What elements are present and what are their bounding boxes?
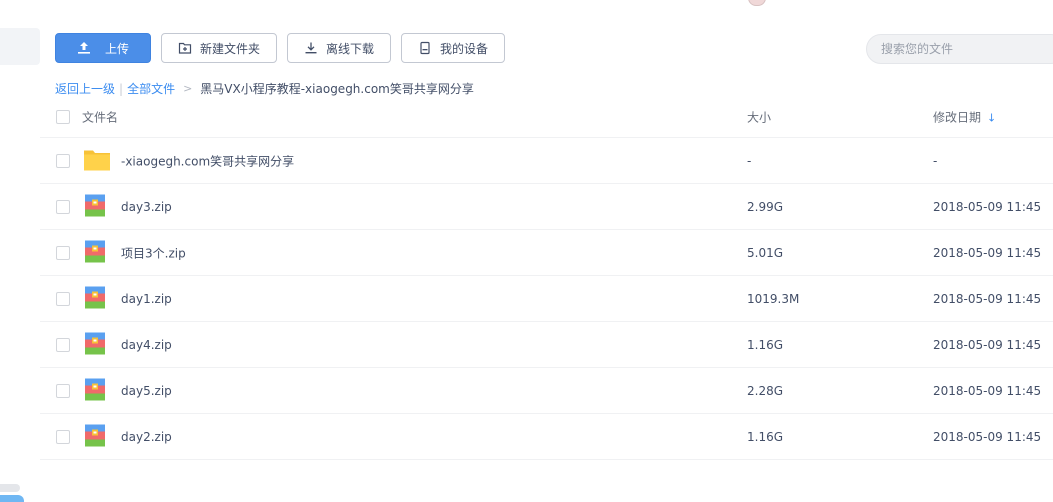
- file-modified: 2018-05-09 11:45: [933, 429, 1042, 444]
- table-row[interactable]: day1.zip 1019.3M 2018-05-09 11:45: [40, 276, 1053, 322]
- file-modified: -: [933, 153, 938, 168]
- row-checkbox[interactable]: [56, 245, 70, 260]
- upload-icon: [77, 41, 91, 55]
- new-folder-label: 新建文件夹: [199, 41, 260, 56]
- my-devices-button[interactable]: 我的设备: [401, 33, 505, 63]
- file-size: 1.16G: [747, 429, 784, 444]
- zip-file-icon: [84, 378, 106, 403]
- row-checkbox[interactable]: [56, 291, 70, 306]
- column-header-name[interactable]: 文件名: [82, 109, 118, 126]
- table-row[interactable]: day3.zip 2.99G 2018-05-09 11:45: [40, 184, 1053, 230]
- file-modified: 2018-05-09 11:45: [933, 383, 1042, 398]
- folder-icon: [84, 148, 110, 173]
- back-link[interactable]: 返回上一级: [55, 80, 115, 97]
- search-input[interactable]: [866, 34, 1053, 64]
- table-row[interactable]: -xiaogegh.com笑哥共享网分享 - -: [40, 138, 1053, 184]
- breadcrumb-separator: |: [119, 81, 124, 96]
- offline-download-label: 离线下载: [325, 41, 374, 56]
- file-modified: 2018-05-09 11:45: [933, 291, 1042, 306]
- offline-download-button[interactable]: 离线下载: [287, 33, 391, 63]
- breadcrumb: 返回上一级 | 全部文件 > 黑马VX小程序教程-xiaogegh.com笑哥共…: [55, 80, 474, 97]
- upload-button[interactable]: 上传: [55, 33, 151, 63]
- file-size: 5.01G: [747, 245, 784, 260]
- file-size: 1019.3M: [747, 291, 800, 306]
- table-row[interactable]: day5.zip 2.28G 2018-05-09 11:45: [40, 368, 1053, 414]
- row-checkbox[interactable]: [56, 337, 70, 352]
- file-name[interactable]: day2.zip: [121, 430, 172, 444]
- all-files-link[interactable]: 全部文件: [127, 80, 175, 97]
- avatar[interactable]: [748, 0, 766, 6]
- row-checkbox[interactable]: [56, 199, 70, 214]
- file-size: 2.99G: [747, 199, 784, 214]
- row-checkbox[interactable]: [56, 383, 70, 398]
- file-size: 1.16G: [747, 337, 784, 352]
- zip-file-icon: [84, 194, 106, 219]
- file-name[interactable]: -xiaogegh.com笑哥共享网分享: [121, 152, 294, 169]
- left-panel-edge-bottom: [0, 484, 20, 492]
- file-name[interactable]: day4.zip: [121, 338, 172, 352]
- zip-file-icon: [84, 332, 106, 357]
- zip-file-icon: [84, 424, 106, 449]
- row-checkbox[interactable]: [56, 429, 70, 444]
- breadcrumb-arrow: >: [183, 82, 193, 95]
- download-icon: [304, 41, 318, 55]
- file-modified: 2018-05-09 11:45: [933, 337, 1042, 352]
- current-folder-name: 黑马VX小程序教程-xiaogegh.com笑哥共享网分享: [200, 82, 474, 96]
- file-size: -: [747, 153, 752, 168]
- column-header-modified-label: 修改日期: [933, 110, 982, 125]
- select-all-checkbox[interactable]: [56, 110, 70, 124]
- table-header: 文件名 大小 修改日期 ↓: [40, 97, 1053, 138]
- column-header-modified[interactable]: 修改日期 ↓: [933, 109, 996, 126]
- file-modified: 2018-05-09 11:45: [933, 245, 1042, 260]
- file-name[interactable]: day3.zip: [121, 200, 172, 214]
- zip-file-icon: [84, 286, 106, 311]
- file-modified: 2018-05-09 11:45: [933, 199, 1042, 214]
- device-icon: [418, 41, 432, 55]
- row-checkbox[interactable]: [56, 153, 70, 168]
- new-folder-icon: [178, 41, 192, 55]
- file-table: 文件名 大小 修改日期 ↓ -xiaogegh.com笑哥共享网分享 - - da…: [40, 97, 1053, 460]
- file-size: 2.28G: [747, 383, 784, 398]
- left-panel-edge-accent: [0, 495, 24, 502]
- column-header-size[interactable]: 大小: [747, 109, 771, 126]
- upload-label: 上传: [104, 41, 129, 56]
- table-row[interactable]: day2.zip 1.16G 2018-05-09 11:45: [40, 414, 1053, 460]
- file-name[interactable]: day5.zip: [121, 384, 172, 398]
- left-panel-edge: [0, 28, 40, 65]
- zip-file-icon: [84, 240, 106, 265]
- table-row[interactable]: day4.zip 1.16G 2018-05-09 11:45: [40, 322, 1053, 368]
- table-row[interactable]: 项目3个.zip 5.01G 2018-05-09 11:45: [40, 230, 1053, 276]
- file-name[interactable]: day1.zip: [121, 292, 172, 306]
- file-name[interactable]: 项目3个.zip: [121, 244, 186, 261]
- my-devices-label: 我的设备: [439, 41, 488, 56]
- sort-desc-icon: ↓: [987, 111, 997, 125]
- new-folder-button[interactable]: 新建文件夹: [161, 33, 277, 63]
